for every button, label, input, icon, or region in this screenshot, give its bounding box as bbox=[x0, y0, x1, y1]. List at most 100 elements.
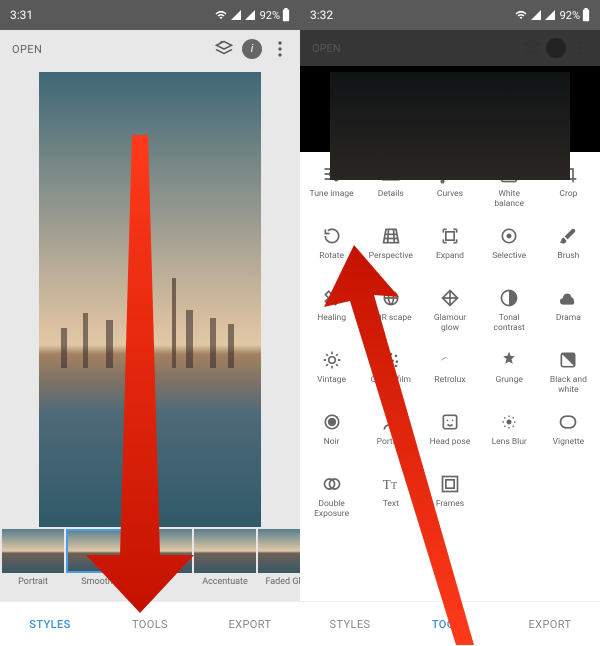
status-bar: 3:31 92% bbox=[0, 0, 300, 30]
open-button: OPEN bbox=[306, 38, 347, 59]
style-item-fadedglow[interactable]: Faded Glow bbox=[258, 529, 300, 587]
tab-styles[interactable]: STYLES bbox=[300, 602, 400, 646]
tool-label: Frames bbox=[436, 496, 464, 510]
lensblur-icon bbox=[497, 410, 521, 434]
headpose-icon bbox=[438, 410, 462, 434]
glamour-icon bbox=[438, 286, 462, 310]
tool-drama[interactable]: Drama bbox=[539, 286, 598, 348]
main-photo[interactable] bbox=[39, 72, 261, 527]
tool-brush[interactable]: Brush bbox=[539, 224, 598, 286]
tool-label: Details bbox=[378, 186, 404, 200]
tool-label: Noir bbox=[324, 434, 340, 448]
tool-double[interactable]: Double Exposure bbox=[302, 472, 361, 534]
style-item-accentuate[interactable]: Accentuate bbox=[194, 529, 256, 587]
tool-label: White balance bbox=[494, 186, 524, 210]
style-item-portrait[interactable]: Portrait bbox=[2, 529, 64, 587]
layers-icon[interactable] bbox=[210, 35, 238, 63]
tool-grunge[interactable]: Grunge bbox=[480, 348, 539, 410]
tool-hdr[interactable]: HDR scape bbox=[361, 286, 420, 348]
style-item-smooth[interactable]: Smooth bbox=[66, 529, 128, 587]
wifi-icon bbox=[514, 9, 528, 21]
tab-tools[interactable]: TOOLS bbox=[400, 602, 500, 646]
canvas-area bbox=[0, 68, 300, 527]
hdr-icon bbox=[379, 286, 403, 310]
bw-icon bbox=[556, 348, 580, 372]
frames-icon bbox=[438, 472, 462, 496]
svg-text:T: T bbox=[382, 477, 390, 492]
tool-healing[interactable]: Healing bbox=[302, 286, 361, 348]
tool-label: Glamour glow bbox=[434, 310, 466, 334]
tool-label: Vignette bbox=[553, 434, 585, 448]
app-bar: OPEN i bbox=[0, 30, 300, 68]
tab-tools[interactable]: TOOLS bbox=[100, 602, 200, 646]
tool-retrolux[interactable]: Retrolux bbox=[420, 348, 479, 410]
tool-label: Curves bbox=[437, 186, 463, 200]
tool-label: Healing bbox=[317, 310, 346, 324]
tool-portrait[interactable]: Portrait bbox=[361, 410, 420, 472]
status-time: 3:32 bbox=[310, 8, 333, 22]
text-icon: TT bbox=[379, 472, 403, 496]
style-strip[interactable]: Portrait Smooth Accentuate Faded Glow M bbox=[0, 527, 300, 601]
battery-pct: 92% bbox=[260, 9, 280, 22]
tool-headpose[interactable]: Head pose bbox=[420, 410, 479, 472]
status-icons: 92% bbox=[514, 8, 590, 22]
overflow-icon[interactable] bbox=[266, 35, 294, 63]
tab-styles[interactable]: STYLES bbox=[0, 602, 100, 646]
tool-label: Portrait bbox=[377, 434, 405, 448]
tools-grid: Tune imageDetailsCurvesWhite balanceCrop… bbox=[300, 152, 600, 601]
tool-label: Vintage bbox=[317, 372, 346, 386]
tool-label: Lens Blur bbox=[492, 434, 527, 448]
status-icons: 92% bbox=[214, 8, 290, 22]
tab-export[interactable]: EXPORT bbox=[500, 602, 600, 646]
signal-icon bbox=[530, 9, 542, 21]
tool-vintage[interactable]: Vintage bbox=[302, 348, 361, 410]
tool-noir[interactable]: Noir bbox=[302, 410, 361, 472]
tool-perspect[interactable]: Perspective bbox=[361, 224, 420, 286]
svg-text:T: T bbox=[391, 481, 397, 492]
grunge-icon bbox=[497, 348, 521, 372]
phone-right: 3:32 92% OPEN bbox=[300, 0, 600, 646]
status-time: 3:31 bbox=[10, 8, 33, 22]
bottom-tabs: STYLES TOOLS EXPORT bbox=[0, 601, 300, 646]
tool-text[interactable]: TTText bbox=[361, 472, 420, 534]
tool-label: Grunge bbox=[496, 372, 523, 386]
selective-icon bbox=[497, 224, 521, 248]
tool-bw[interactable]: Black and white bbox=[539, 348, 598, 410]
healing-icon bbox=[320, 286, 344, 310]
rotate-icon bbox=[320, 224, 344, 248]
portrait-icon bbox=[379, 410, 403, 434]
retrolux-icon bbox=[438, 348, 462, 372]
tool-lensblur[interactable]: Lens Blur bbox=[480, 410, 539, 472]
tool-label: Text bbox=[383, 496, 399, 510]
tool-glamour[interactable]: Glamour glow bbox=[420, 286, 479, 348]
tool-vignette[interactable]: Vignette bbox=[539, 410, 598, 472]
battery-icon bbox=[282, 8, 290, 22]
open-button[interactable]: OPEN bbox=[6, 39, 48, 60]
style-item-3[interactable] bbox=[130, 529, 192, 577]
info-icon[interactable]: i bbox=[242, 39, 262, 59]
tool-label: Black and white bbox=[550, 372, 587, 396]
info-icon bbox=[546, 38, 566, 58]
perspect-icon bbox=[379, 224, 403, 248]
tool-rotate[interactable]: Rotate bbox=[302, 224, 361, 286]
signal-icon-2 bbox=[244, 9, 256, 21]
phone-left: 3:31 92% OPEN i bbox=[0, 0, 300, 646]
overflow-icon bbox=[566, 34, 594, 62]
tool-label: Perspective bbox=[369, 248, 413, 262]
grainy-icon bbox=[379, 348, 403, 372]
layers-icon bbox=[518, 34, 546, 62]
signal-icon-2 bbox=[544, 9, 556, 21]
brush-icon bbox=[556, 224, 580, 248]
tab-export[interactable]: EXPORT bbox=[200, 602, 300, 646]
tool-frames[interactable]: Frames bbox=[420, 472, 479, 534]
tool-selective[interactable]: Selective bbox=[480, 224, 539, 286]
tool-label: Expand bbox=[436, 248, 464, 262]
double-icon bbox=[320, 472, 344, 496]
tool-expand[interactable]: Expand bbox=[420, 224, 479, 286]
battery-icon bbox=[582, 8, 590, 22]
tool-tonal[interactable]: Tonal contrast bbox=[480, 286, 539, 348]
dimmed-background: 3:32 92% OPEN bbox=[300, 0, 600, 152]
tonal-icon bbox=[497, 286, 521, 310]
noir-icon bbox=[320, 410, 344, 434]
tool-grainy[interactable]: Grainy film bbox=[361, 348, 420, 410]
